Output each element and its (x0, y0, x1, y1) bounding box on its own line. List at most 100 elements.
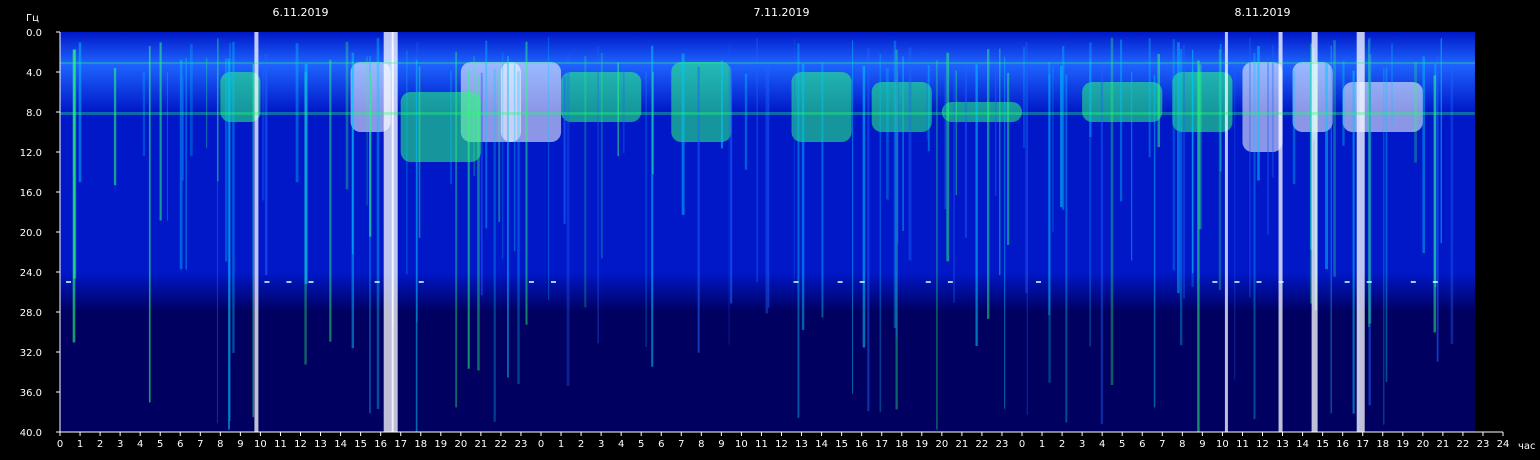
noise-streak (1130, 71, 1133, 261)
activity-blob (1342, 82, 1423, 132)
x-tick-label: 15 (354, 439, 367, 450)
noise-streak (261, 70, 265, 201)
noise-streak (229, 43, 231, 422)
x-tick-label: 17 (875, 439, 888, 450)
x-axis-label: час (1518, 441, 1536, 452)
noise-streak (879, 53, 882, 413)
broadband-burst (254, 32, 259, 432)
y-tick-label: 28.0 (20, 308, 42, 319)
noise-streak (1110, 37, 1114, 385)
x-tick-label: 17 (394, 439, 407, 450)
x-tick-label: 13 (1276, 439, 1289, 450)
x-tick-label: 19 (915, 439, 928, 450)
noise-streak (563, 76, 566, 224)
noise-streak (159, 42, 162, 221)
noise-streak (994, 60, 997, 196)
y-tick-label: 0.0 (26, 28, 42, 39)
x-tick-label: 11 (755, 439, 768, 450)
noise-streak (1065, 74, 1068, 423)
x-tick-label: 4 (1099, 439, 1105, 450)
x-tick-label: 21 (956, 439, 969, 450)
noise-streak (946, 52, 950, 262)
y-tick-label: 40.0 (20, 428, 42, 439)
noise-streak (600, 53, 603, 259)
noise-streak (1089, 42, 1092, 138)
date-label: 8.11.2019 (1235, 6, 1291, 19)
resonance-line (60, 112, 1475, 115)
y-tick-label: 24.0 (20, 268, 42, 279)
resonance-dot (859, 281, 865, 283)
noise-streak (597, 45, 599, 344)
noise-streak (1436, 55, 1439, 362)
x-tick-label: 1 (558, 439, 564, 450)
x-tick-label: 24 (1497, 439, 1510, 450)
noise-streak (1177, 42, 1180, 294)
x-tick-label: 23 (996, 439, 1009, 450)
noise-streak (999, 48, 1001, 276)
x-tick-label: 23 (1477, 439, 1490, 450)
resonance-dot (837, 281, 843, 283)
noise-streak (902, 56, 904, 232)
resonance-dot (418, 281, 424, 283)
x-tick-label: 18 (1376, 439, 1389, 450)
x-tick-label: 3 (1079, 439, 1085, 450)
noise-streak (1048, 74, 1051, 383)
noise-streak (493, 68, 496, 422)
x-tick-label: 14 (1296, 439, 1309, 450)
noise-streak (1292, 70, 1296, 185)
x-tick-label: 10 (1216, 439, 1229, 450)
noise-streak (681, 53, 685, 215)
resonance-dot (286, 281, 292, 283)
noise-streak (1342, 61, 1345, 146)
noise-streak (217, 38, 219, 182)
noise-streak (1325, 63, 1329, 270)
noise-streak (1172, 39, 1175, 271)
y-tick-label: 8.0 (26, 108, 42, 119)
noise-streak (369, 71, 372, 237)
resonance-dot (1366, 281, 1372, 283)
noise-streak (406, 50, 408, 275)
noise-streak (720, 60, 723, 149)
x-tick-label: 16 (855, 439, 868, 450)
x-tick-label: 0 (57, 439, 63, 450)
noise-streak (1218, 49, 1222, 291)
noise-streak (1197, 60, 1200, 432)
x-tick-label: 9 (1199, 439, 1205, 450)
x-tick-label: 21 (475, 439, 488, 450)
x-tick-label: 20 (1416, 439, 1429, 450)
x-tick-label: 21 (1437, 439, 1450, 450)
noise-streak (1183, 44, 1185, 299)
resonance-dot (1432, 281, 1438, 283)
noise-streak (955, 70, 957, 196)
noise-streak (895, 59, 898, 338)
resonance-dot (308, 281, 314, 283)
noise-streak (935, 60, 938, 430)
resonance-line (60, 62, 1475, 64)
x-tick-label: 18 (414, 439, 427, 450)
noise-streak (1148, 38, 1151, 158)
noise-streak (1440, 38, 1442, 243)
noise-streak (908, 47, 912, 261)
noise-streak (1422, 56, 1426, 254)
x-tick-label: 14 (334, 439, 347, 450)
x-tick-label: 12 (1256, 439, 1269, 450)
noise-streak (485, 40, 488, 229)
resonance-dot (1344, 281, 1350, 283)
x-tick-label: 12 (294, 439, 307, 450)
x-tick-label: 8 (217, 439, 223, 450)
noise-streak (190, 44, 193, 156)
noise-streak (1253, 53, 1256, 420)
noise-streak (852, 40, 854, 394)
x-tick-label: 20 (454, 439, 467, 450)
x-tick-label: 7 (197, 439, 203, 450)
x-tick-label: 17 (1356, 439, 1369, 450)
broadband-burst (1311, 32, 1318, 432)
noise-streak (584, 55, 587, 308)
x-tick-label: 8 (1179, 439, 1185, 450)
resonance-dot (1256, 281, 1262, 283)
noise-streak (1271, 45, 1274, 178)
y-tick-label: 20.0 (20, 228, 42, 239)
x-tick-label: 16 (374, 439, 387, 450)
x-tick-label: 2 (578, 439, 584, 450)
noise-streak (252, 63, 255, 418)
